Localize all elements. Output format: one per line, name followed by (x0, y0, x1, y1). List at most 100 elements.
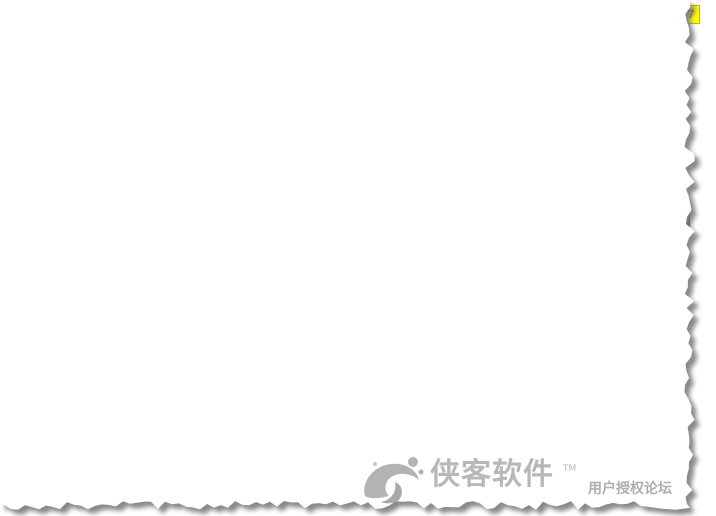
code-token: EventArgs (384, 79, 450, 93)
code-token: e) { (449, 79, 486, 93)
tool-window-tab-strip (0, 215, 690, 237)
code-token: filter = (204, 127, 277, 141)
code-token: .Show(htmlNodes.Count.ToString()); (204, 175, 450, 189)
collapse-icon[interactable] (60, 83, 69, 92)
output-line: 字符文本中的字符太多 (6, 263, 116, 276)
code-token: ( (435, 127, 443, 141)
code-token: new (363, 143, 385, 157)
code-token: NodeList (131, 143, 190, 157)
code-line[interactable]: } (74, 46, 110, 62)
zoom-level[interactable]: 100 % (2, 189, 33, 203)
code-line[interactable]: NodeFilter filter = new HasAttributeFilt… (74, 126, 587, 142)
line-number: 16 (43, 0, 58, 13)
code-token: " (384, 111, 392, 125)
code-line[interactable]: ITag t = (MetaTag)htmlNodes[0]; (74, 158, 356, 174)
output-line: ["/"]: "$<NULL>$" (6, 398, 146, 411)
code-token: : (261, 0, 284, 13)
output-line: ["NAME"]: "keywords" (6, 443, 165, 456)
line-number: 21 (43, 79, 58, 93)
code-token: http://www.xiake.me/bbs/ (391, 111, 566, 125)
code-token: public partial class (74, 0, 226, 13)
line-number: 18 (43, 31, 58, 45)
ink-splash-logo-icon (364, 457, 424, 504)
editor-status-row: 100 % ▼ ◀ ||| ▶ (0, 188, 690, 203)
code-token: Parser (312, 143, 356, 157)
code-token: Form1() { (146, 15, 219, 29)
code-token: Lexer (391, 143, 429, 157)
code-token: Form1_Load( (189, 79, 277, 93)
output-line: t.Attributes[3]; (6, 308, 112, 321)
code-token: MessageBox (131, 175, 205, 189)
collapse-icon[interactable] (60, 19, 69, 28)
output-line: t.Attributes["CONTENT"]; (6, 458, 165, 471)
output-line: ThisScanner: {Winista.Text.HtmlParser.Sc… (6, 238, 417, 245)
watermark-trademark: TM (563, 464, 577, 474)
code-token: )htmlNodes[0]; (254, 159, 356, 173)
line-number: 19 (43, 47, 58, 61)
indicator-margin[interactable] (0, 0, 20, 188)
code-token: private void (102, 79, 190, 93)
scroll-right-icon[interactable]: ▶ (674, 191, 684, 201)
code-line[interactable]: public partial class Form1 : Form { (74, 0, 327, 14)
code-token: ITag (131, 159, 161, 173)
horizontal-scrollbar[interactable]: ◀ ||| ▶ (56, 190, 686, 202)
code-line[interactable]: NodeList htmlNodes = new Parser(new Lexe… (74, 142, 587, 158)
output-line: t.Attributes['content']; (6, 248, 165, 261)
code-token: string (131, 111, 176, 125)
output-line: t.Attributes["content"]; (6, 338, 165, 351)
code-text-area[interactable]: public partial class Form1 : Form { publ… (74, 0, 690, 189)
code-line[interactable]: InitializeComponent(); (74, 30, 291, 46)
code-token: ( (355, 143, 364, 157)
code-token: "name" (442, 127, 486, 141)
line-number: 26 (43, 159, 58, 173)
zoom-dropdown-icon[interactable]: ▼ (36, 190, 50, 202)
code-token: new (232, 111, 255, 125)
code-line[interactable]: public Form1() { (74, 14, 219, 30)
output-line: ["$<TAGNAME>$"]: "META" (6, 413, 185, 426)
code-token: xkCookies (587, 111, 653, 125)
outline-guide (64, 48, 69, 49)
dock-divider[interactable] (0, 203, 690, 215)
tab-immediate-window[interactable]: 即时窗口 (3, 218, 66, 237)
code-token: , (572, 111, 588, 125)
outline-guide (64, 28, 65, 48)
output-line: null (6, 353, 33, 366)
collapse-icon[interactable] (60, 3, 69, 12)
code-line[interactable]: private void Form1_Load(object sender, E… (74, 78, 486, 94)
output-line: Count = 4 (6, 383, 66, 396)
output-line: null (6, 293, 33, 306)
code-token: sender, (319, 79, 385, 93)
code-token: htmlNodes = (189, 143, 284, 157)
immediate-window-output[interactable]: ThisScanner: {Winista.Text.HtmlParser.Sc… (0, 238, 690, 516)
line-number: 22 (43, 95, 58, 109)
code-editor[interactable]: 16 17 18 19 20 21 22 23 24 25 26 27 public partial … (0, 0, 690, 203)
output-line: t.Attributes; (6, 368, 93, 381)
code-token: new (283, 143, 306, 157)
code-token: public (102, 15, 147, 29)
line-number-gutter: 16 17 18 19 20 21 22 23 24 25 26 27 (20, 0, 60, 189)
code-token: new (276, 127, 298, 141)
output-line: t.Attributes[4]; (6, 278, 112, 291)
change-tracking-bar (64, 124, 68, 188)
line-number: 20 (43, 63, 58, 77)
code-token: } (74, 47, 111, 61)
scrollbar-grip: ||| (367, 192, 375, 200)
scrollbar-thumb[interactable]: ||| (71, 192, 671, 200)
code-token: (html)).Parse(filter); (428, 143, 588, 157)
code-token: Form1 (225, 0, 262, 13)
code-token: " (565, 111, 573, 125)
scroll-left-icon[interactable]: ◀ (58, 191, 68, 201)
code-token: t = ( (160, 159, 205, 173)
code-token: ); (572, 127, 588, 141)
code-token: ().httpGET( (305, 111, 385, 125)
code-token: , (485, 127, 501, 141)
code-line[interactable]: string html = new xkHttp().httpGET("http… (74, 110, 667, 126)
